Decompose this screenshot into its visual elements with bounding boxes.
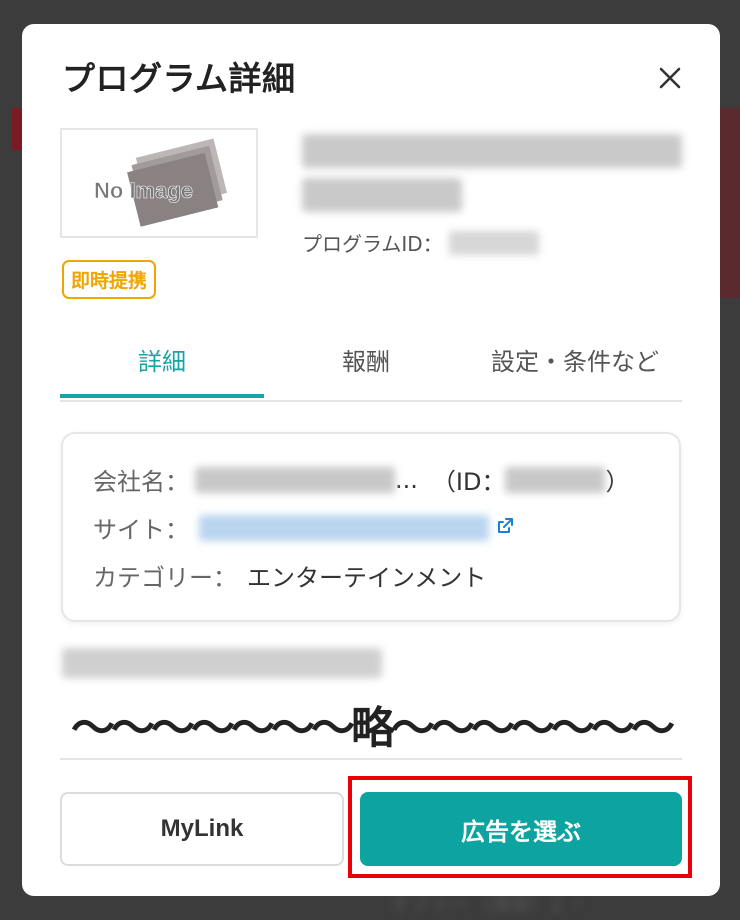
program-info-card: 会社名： ... （ID： ） サイト： カテゴリー： エンターテインメント (61, 432, 681, 622)
close-button[interactable] (652, 60, 688, 96)
company-name-ellipsis: ... (395, 465, 418, 494)
no-image-placeholder-icon: No Image (94, 138, 228, 227)
tab-reward[interactable]: 報酬 (264, 342, 468, 398)
tab-settings-conditions[interactable]: 設定・条件など (468, 342, 682, 398)
modal-title: プログラム詳細 (62, 59, 296, 98)
program-detail-modal: プログラム詳細 No Image プログラムID： 即時提携 詳細 報酬 設定・… (22, 24, 720, 896)
footer-divider (60, 758, 682, 760)
background-banner-strip-right (720, 108, 740, 298)
program-id-label: プログラムID： (302, 232, 443, 256)
no-image-text: No Image (94, 178, 193, 203)
tab-details[interactable]: 詳細 (60, 342, 264, 398)
site-label: サイト： (93, 516, 189, 544)
company-id-close: ） (605, 468, 630, 496)
external-link-icon[interactable] (495, 514, 515, 542)
select-ad-button[interactable]: 広告を選ぶ (360, 792, 682, 866)
program-name-redacted (302, 134, 682, 168)
company-id-redacted (505, 466, 606, 493)
category-row: カテゴリー： エンターテインメント (93, 558, 486, 593)
detail-tabs: 詳細 報酬 設定・条件など (60, 342, 682, 402)
instant-partnership-badge: 即時提携 (62, 260, 157, 299)
company-name-redacted (195, 466, 395, 493)
active-tab-indicator (60, 394, 264, 398)
program-name-redacted-line2 (302, 178, 462, 212)
description-redacted (62, 648, 382, 678)
mylink-button[interactable]: MyLink (60, 792, 344, 866)
company-label: 会社名： (93, 468, 189, 496)
site-row: サイト： (93, 510, 515, 545)
company-row: 会社名： ... （ID： ） (93, 462, 629, 497)
close-icon (659, 67, 681, 89)
company-id-open: （ID： (431, 468, 506, 496)
program-thumbnail: No Image (60, 128, 258, 238)
program-id-value-redacted (448, 230, 539, 255)
omitted-content-marker: 〜〜〜〜〜〜〜略〜〜〜〜〜〜〜 (71, 703, 675, 754)
site-link-redacted[interactable] (199, 514, 489, 541)
category-label: カテゴリー： (93, 564, 237, 592)
background-banner-strip (12, 108, 22, 150)
program-id-row: プログラムID： (302, 228, 539, 257)
category-value: エンターテインメント (247, 564, 487, 592)
